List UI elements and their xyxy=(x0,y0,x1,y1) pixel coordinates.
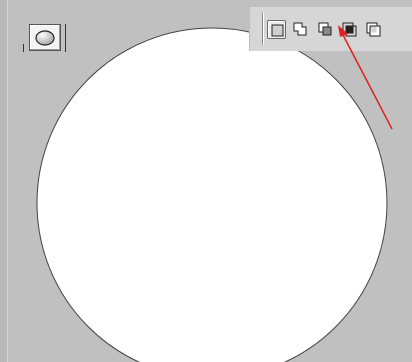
annotation-arrow xyxy=(338,25,393,130)
workspace xyxy=(0,0,412,362)
